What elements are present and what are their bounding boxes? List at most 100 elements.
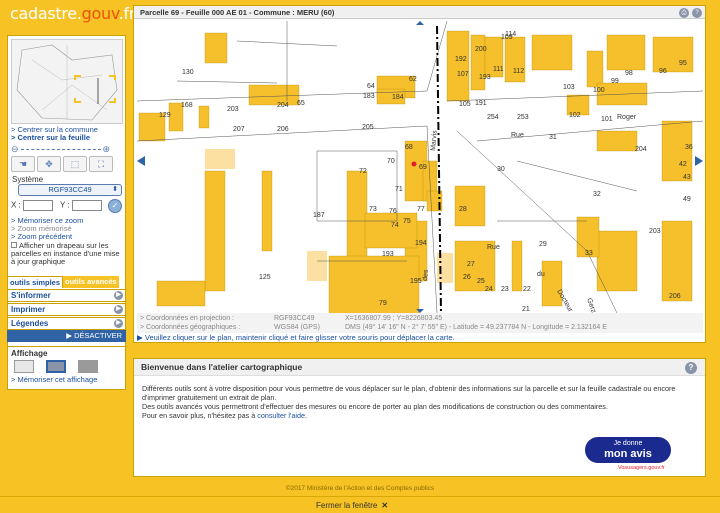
- svg-text:62: 62: [409, 76, 417, 83]
- center-feuille-link[interactable]: > Centrer sur la feuille: [11, 134, 90, 142]
- map-title: Parcelle 69 - Feuille 000 AE 01 - Commun…: [134, 6, 705, 19]
- flag-option[interactable]: Afficher un drapeau sur les parcelles en…: [11, 242, 123, 266]
- footer-divider: [0, 496, 720, 497]
- svg-text:du: du: [537, 271, 545, 278]
- close-icon[interactable]: ✕: [381, 501, 388, 510]
- tab-outils-simples[interactable]: outils simples: [7, 276, 64, 288]
- x-field-group: X :: [11, 200, 53, 211]
- flag-checkbox[interactable]: [11, 242, 17, 248]
- map-tools: ☚ ✥ ⬚ ⛶: [11, 156, 113, 172]
- systeme-select[interactable]: RGF93CC49 ⬍: [18, 184, 122, 196]
- chevron-right-icon: ▶: [114, 319, 123, 328]
- svg-text:204: 204: [277, 102, 289, 109]
- display-photo-option[interactable]: [78, 360, 98, 373]
- svg-text:105: 105: [459, 101, 471, 108]
- svg-text:96: 96: [659, 68, 667, 75]
- full-extent-icon[interactable]: ⛶: [89, 156, 113, 172]
- zoom-track[interactable]: [20, 149, 101, 150]
- display-plan-option[interactable]: [14, 360, 34, 373]
- center-crosshair-icon[interactable]: ✥: [37, 156, 61, 172]
- svg-text:70: 70: [387, 158, 395, 165]
- svg-text:103: 103: [563, 84, 575, 91]
- tool-imprimer[interactable]: Imprimer ▶: [7, 303, 126, 316]
- y-input[interactable]: [71, 200, 102, 211]
- deactivate-button[interactable]: ▶ DÉSACTIVER: [7, 330, 126, 342]
- svg-text:205: 205: [362, 124, 374, 131]
- zoom-out-icon[interactable]: ⊖: [11, 144, 19, 155]
- zoom-precedent-link[interactable]: > Zoom précédent: [11, 233, 72, 241]
- tab-outils-avances[interactable]: outils avancés: [63, 276, 119, 288]
- svg-text:76: 76: [389, 208, 397, 215]
- display-mixed-option[interactable]: [46, 360, 66, 373]
- svg-text:194: 194: [415, 240, 427, 247]
- svg-text:253: 253: [517, 114, 529, 121]
- help-icon[interactable]: ?: [685, 362, 697, 374]
- svg-text:Marvis: Marvis: [430, 130, 439, 152]
- help-link[interactable]: consulter l'aide: [257, 411, 305, 420]
- cadastre-map[interactable]: 130 203 204 65 205 64 62 183 168 129 207 206 184…: [137, 21, 703, 313]
- svg-text:33: 33: [585, 250, 593, 257]
- svg-text:191: 191: [475, 100, 487, 107]
- svg-text:64: 64: [367, 83, 375, 90]
- print-icon[interactable]: ⎙: [679, 8, 689, 18]
- svg-text:73: 73: [369, 206, 377, 213]
- zoom-slider[interactable]: ⊖ ⊕: [11, 144, 110, 155]
- svg-text:32: 32: [593, 191, 601, 198]
- svg-text:71: 71: [395, 186, 403, 193]
- svg-text:98: 98: [625, 70, 633, 77]
- map-canvas[interactable]: 130 203 204 65 205 64 62 183 168 129 207 206 184…: [137, 21, 703, 313]
- svg-text:125: 125: [259, 274, 271, 281]
- svg-text:129: 129: [159, 112, 171, 119]
- svg-text:75: 75: [403, 218, 411, 225]
- svg-text:79: 79: [379, 300, 387, 307]
- svg-text:29: 29: [539, 241, 547, 248]
- svg-text:27: 27: [467, 261, 475, 268]
- je-donne-mon-avis-button[interactable]: Je donne mon avis: [585, 437, 671, 463]
- coordinates-panel: > Coordonnées en projection : RGF93CC49 …: [137, 313, 703, 333]
- map-label: 130: [182, 69, 194, 76]
- svg-text:72: 72: [359, 168, 367, 175]
- svg-text:102: 102: [569, 112, 581, 119]
- go-button[interactable]: ✓: [108, 199, 122, 213]
- tool-sinformer[interactable]: S'informer ▶: [7, 289, 126, 302]
- svg-text:203: 203: [227, 106, 239, 113]
- svg-text:21: 21: [522, 306, 530, 313]
- svg-text:31: 31: [549, 134, 557, 141]
- svg-text:193: 193: [479, 74, 491, 81]
- zoom-box-icon[interactable]: ⬚: [63, 156, 87, 172]
- svg-text:101: 101: [601, 116, 613, 123]
- chevron-right-icon: ▶: [114, 291, 123, 300]
- svg-text:254: 254: [487, 114, 499, 121]
- tools-tabs: outils simples outils avancés: [7, 276, 126, 288]
- svg-text:Rue: Rue: [511, 132, 524, 139]
- svg-text:49: 49: [683, 196, 691, 203]
- svg-text:99: 99: [611, 78, 619, 85]
- svg-text:195: 195: [410, 278, 422, 285]
- svg-text:24: 24: [485, 286, 493, 293]
- x-input[interactable]: [22, 200, 53, 211]
- svg-text:112: 112: [513, 68, 524, 75]
- svg-text:des: des: [422, 269, 430, 281]
- vosusagers-logo: Vosusagers.gouv.fr: [618, 465, 665, 471]
- welcome-text: Différents outils sont à votre dispositi…: [142, 384, 676, 420]
- map-panel: Parcelle 69 - Feuille 000 AE 01 - Commun…: [133, 5, 706, 343]
- svg-text:42: 42: [679, 161, 687, 168]
- close-window-link[interactable]: Fermer la fenêtre ✕: [316, 501, 388, 510]
- svg-text:204: 204: [635, 146, 647, 153]
- svg-text:114: 114: [505, 31, 516, 38]
- hand-pan-icon[interactable]: ☚: [11, 156, 35, 172]
- help-icon[interactable]: ?: [692, 8, 702, 18]
- svg-text:26: 26: [463, 274, 471, 281]
- svg-text:30: 30: [497, 166, 505, 173]
- memoriser-affichage-link[interactable]: > Mémoriser cet affichage: [11, 376, 97, 384]
- welcome-title: Bienvenue dans l'atelier cartographique: [134, 359, 705, 376]
- welcome-panel: Bienvenue dans l'atelier cartographique …: [133, 358, 706, 477]
- svg-text:22: 22: [523, 286, 531, 293]
- zoom-in-icon[interactable]: ⊕: [103, 144, 111, 155]
- svg-text:Gerz: Gerz: [585, 297, 597, 313]
- overview-map[interactable]: [11, 39, 123, 124]
- svg-text:100: 100: [593, 87, 605, 94]
- tool-legendes[interactable]: Légendes ▶: [7, 317, 126, 330]
- site-logo[interactable]: cadastre.gouv.fr: [10, 4, 135, 23]
- svg-text:Rue: Rue: [487, 244, 500, 251]
